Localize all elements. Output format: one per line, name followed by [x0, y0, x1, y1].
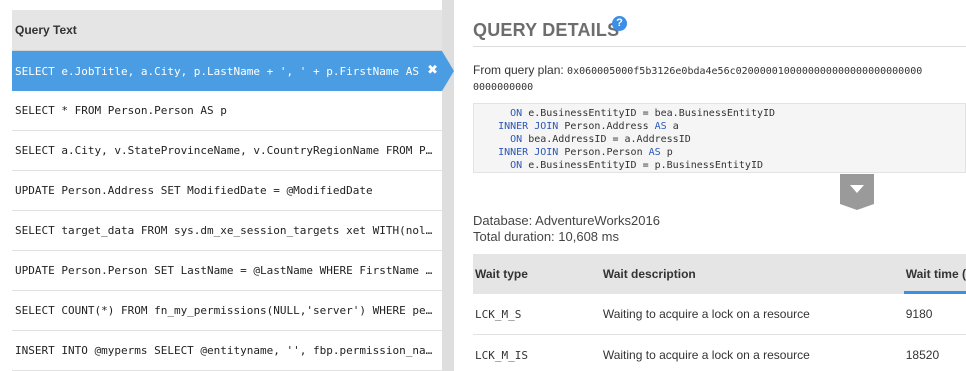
query-row[interactable]: SELECT target_data FROM sys.dm_xe_sessio…: [12, 211, 442, 251]
query-code-viewer[interactable]: ON e.BusinessEntityID = bea.BusinessEnti…: [473, 103, 966, 173]
total-duration-label: Total duration: 10,608 ms: [473, 229, 619, 244]
query-text: UPDATE Person.Person SET LastName = @Las…: [15, 264, 435, 277]
wait-description-cell: Waiting to acquire a lock on a resource: [600, 334, 904, 371]
wait-description-cell: Waiting to acquire a lock on a resource: [600, 294, 904, 335]
selection-arrow-indicator: [442, 51, 454, 91]
column-header-wait-time[interactable]: Wait time (: [903, 254, 966, 294]
table-row[interactable]: LCK_M_IS Waiting to acquire a lock on a …: [473, 334, 966, 371]
table-row[interactable]: LCK_M_S Waiting to acquire a lock on a r…: [473, 294, 966, 335]
query-details-title: QUERY DETAILS: [473, 20, 620, 40]
query-text: SELECT COUNT(*) FROM fn_my_permissions(N…: [15, 304, 435, 317]
wait-time-cell: 18520: [903, 334, 966, 371]
query-text: SELECT e.JobTitle, a.City, p.LastName + …: [15, 64, 425, 78]
column-header-wait-type[interactable]: Wait type: [473, 254, 601, 294]
code-line: ON e.BusinessEntityID = p.BusinessEntity…: [510, 160, 763, 171]
help-icon[interactable]: ?: [612, 16, 627, 31]
query-text: INSERT INTO @myperms SELECT @entityname,…: [15, 344, 435, 357]
column-header-wait-description[interactable]: Wait description: [600, 254, 904, 294]
query-details-panel: QUERY DETAILS ? From query plan: 0x06000…: [454, 0, 966, 371]
query-text: UPDATE Person.Address SET ModifiedDate =…: [15, 184, 373, 197]
wait-stats-table: Wait type Wait description Wait time ( L…: [473, 254, 966, 371]
wait-type-cell: LCK_M_IS: [473, 334, 601, 371]
query-text: SELECT * FROM Person.Person AS p: [15, 104, 227, 117]
query-text: SELECT target_data FROM sys.dm_xe_sessio…: [15, 224, 435, 237]
query-plan-info: From query plan: 0x060005000f5b3126e0bda…: [473, 62, 966, 96]
query-row[interactable]: INSERT INTO @myperms SELECT @entityname,…: [12, 331, 442, 371]
expand-code-button[interactable]: [840, 174, 874, 204]
close-icon[interactable]: ✖: [427, 63, 438, 78]
wait-type-cell: LCK_M_S: [473, 294, 601, 335]
title-divider: [473, 46, 966, 47]
query-row-selected[interactable]: SELECT e.JobTitle, a.City, p.LastName + …: [12, 51, 442, 91]
sort-indicator: [903, 291, 966, 294]
code-line: INNER JOIN Person.Person AS p: [498, 147, 673, 158]
query-list-panel: Query Text SELECT e.JobTitle, a.City, p.…: [12, 10, 442, 371]
query-text-column-header[interactable]: Query Text: [12, 10, 442, 51]
query-row[interactable]: SELECT * FROM Person.Person AS p: [12, 91, 442, 131]
plan-label: From query plan:: [473, 63, 564, 77]
wait-time-cell: 9180: [903, 294, 966, 335]
plan-hash-continued: 0000000000: [473, 82, 534, 93]
query-row[interactable]: SELECT COUNT(*) FROM fn_my_permissions(N…: [12, 291, 442, 331]
plan-hash: 0x060005000f5b3126e0bda4e56c020000010000…: [567, 66, 923, 77]
chevron-down-icon: [840, 204, 874, 210]
query-row[interactable]: UPDATE Person.Address SET ModifiedDate =…: [12, 171, 442, 211]
code-line: ON e.BusinessEntityID = bea.BusinessEnti…: [510, 108, 776, 119]
database-label: Database: AdventureWorks2016: [473, 213, 660, 228]
query-metadata: Database: AdventureWorks2016 Total durat…: [473, 213, 660, 245]
table-header-row: Wait type Wait description Wait time (: [473, 254, 966, 294]
code-line: ON bea.AddressID = a.AddressID: [510, 134, 691, 145]
query-row[interactable]: SELECT a.City, v.StateProvinceName, v.Co…: [12, 131, 442, 171]
query-row[interactable]: UPDATE Person.Person SET LastName = @Las…: [12, 251, 442, 291]
query-text: SELECT a.City, v.StateProvinceName, v.Co…: [15, 144, 435, 157]
code-line: INNER JOIN Person.Address AS a: [498, 121, 679, 132]
